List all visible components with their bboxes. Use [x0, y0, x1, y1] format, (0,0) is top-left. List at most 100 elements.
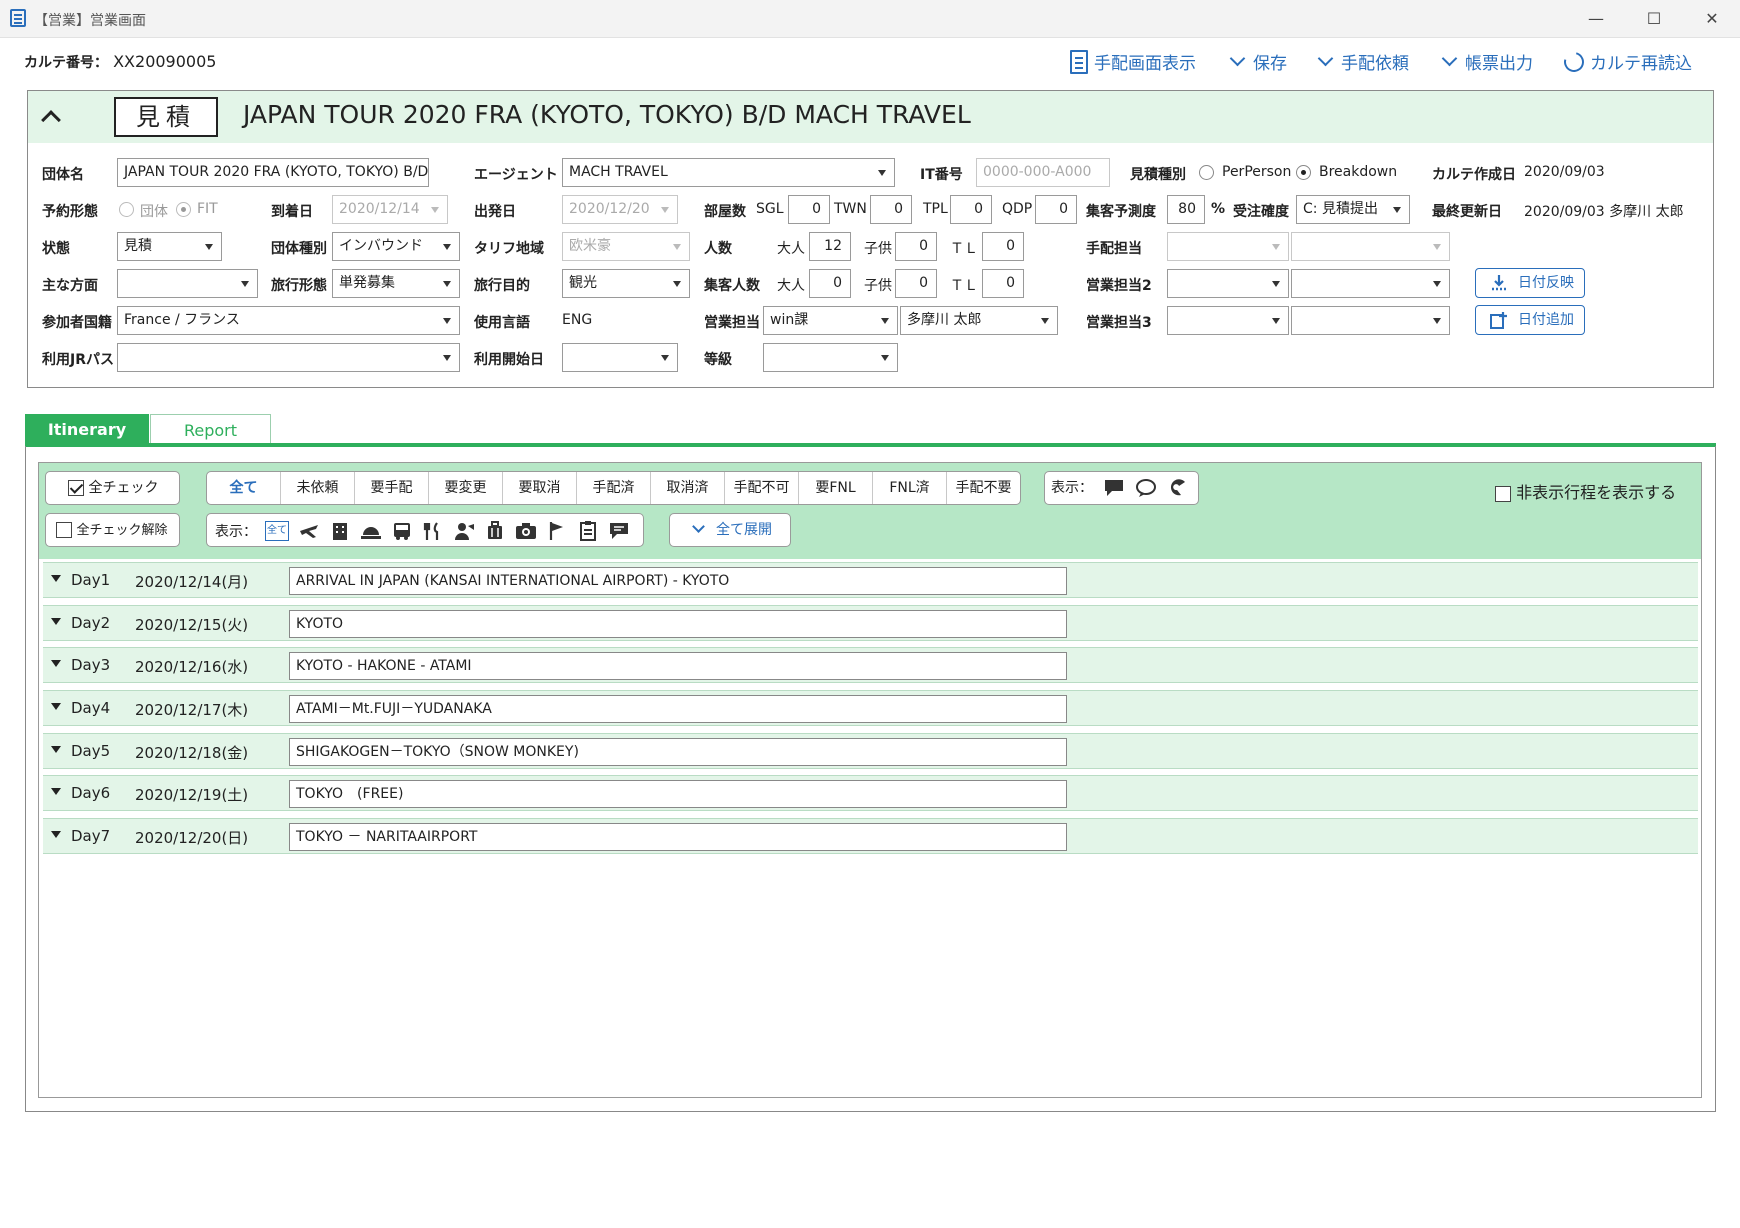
sales3-person-select[interactable]: [1291, 306, 1450, 335]
document-icon[interactable]: [577, 521, 599, 541]
filter-not-needed[interactable]: 手配不要: [946, 472, 1020, 504]
arrange-request-button[interactable]: 手配依頼: [1317, 49, 1409, 74]
close-button[interactable]: ✕: [1690, 4, 1734, 34]
forecast-field[interactable]: 80: [1167, 195, 1205, 224]
filter-need-change[interactable]: 要変更: [428, 472, 502, 504]
qdp-field[interactable]: 0: [1035, 195, 1077, 224]
arrange-view-button[interactable]: 手配画面表示: [1070, 49, 1196, 74]
estimate-perperson-radio[interactable]: [1199, 165, 1214, 180]
booking-fit-radio[interactable]: [176, 202, 191, 217]
expand-arrow-icon[interactable]: [51, 575, 61, 582]
gather-adult-field[interactable]: 0: [809, 269, 851, 298]
filter-unavailable[interactable]: 手配不可: [724, 472, 798, 504]
itinerary-day-row[interactable]: Day6 2020/12/19(土) TOKYO (FREE): [43, 775, 1698, 811]
direction-select[interactable]: [117, 269, 258, 298]
itinerary-day-row[interactable]: Day2 2020/12/15(火) KYOTO: [43, 605, 1698, 641]
meal-dome-icon[interactable]: [360, 521, 382, 541]
expand-arrow-icon[interactable]: [51, 746, 61, 753]
sgl-field[interactable]: 0: [788, 195, 830, 224]
reload-button[interactable]: カルテ再読込: [1560, 47, 1692, 76]
expand-arrow-icon[interactable]: [51, 660, 61, 667]
departure-date-field[interactable]: 2020/12/20: [562, 195, 678, 224]
booking-group-radio[interactable]: [119, 202, 134, 217]
chat-icon[interactable]: [608, 521, 630, 541]
twn-field[interactable]: 0: [870, 195, 912, 224]
day-title-field[interactable]: TOKYO － NARITAAIRPORT: [289, 823, 1067, 851]
agent-select[interactable]: MACH TRAVEL: [562, 158, 895, 187]
save-button[interactable]: 保存: [1229, 49, 1287, 74]
date-add-button[interactable]: 日付追加: [1475, 305, 1585, 335]
nationality-select[interactable]: France / フランス: [117, 306, 460, 335]
day-title-field[interactable]: ATAMI－Mt.FUJI－YUDANAKA: [289, 695, 1067, 723]
hotel-icon[interactable]: [329, 521, 351, 541]
tl-field[interactable]: 0: [982, 232, 1024, 261]
arrange-staff-section-select[interactable]: [1167, 232, 1289, 261]
tariff-select[interactable]: 欧米豪: [562, 232, 690, 261]
group-name-field[interactable]: JAPAN TOUR 2020 FRA (KYOTO, TOKYO) B/D: [117, 158, 429, 187]
collapse-chevron-up-icon[interactable]: [42, 107, 60, 125]
minimize-button[interactable]: —: [1574, 4, 1618, 34]
sales-person-select[interactable]: 多摩川 太郎: [900, 306, 1058, 335]
filter-unrequested[interactable]: 未依頼: [280, 472, 354, 504]
purpose-select[interactable]: 観光: [562, 269, 690, 298]
order-certainty-select[interactable]: C: 見積提出: [1296, 195, 1410, 224]
flag-icon[interactable]: [546, 521, 568, 541]
day-title-field[interactable]: KYOTO - HAKONE - ATAMI: [289, 652, 1067, 680]
tab-report[interactable]: Report: [150, 414, 271, 446]
chat-bubble-icon[interactable]: [1103, 478, 1125, 498]
gather-tl-field[interactable]: 0: [982, 269, 1024, 298]
sales3-section-select[interactable]: [1167, 306, 1289, 335]
reply-icon[interactable]: [1167, 478, 1189, 498]
sales2-section-select[interactable]: [1167, 269, 1289, 298]
jrpass-select[interactable]: [117, 343, 460, 372]
expand-all-button[interactable]: 全て展開: [669, 513, 791, 547]
check-all-button[interactable]: 全チェック: [45, 471, 180, 505]
itinerary-day-row[interactable]: Day3 2020/12/16(水) KYOTO - HAKONE - ATAM…: [43, 647, 1698, 683]
it-number-field[interactable]: 0000-000-A000: [976, 158, 1110, 187]
grade-select[interactable]: [763, 343, 898, 372]
state-select[interactable]: 見積: [117, 232, 222, 261]
sales2-person-select[interactable]: [1291, 269, 1450, 298]
uncheck-all-button[interactable]: 全チェック解除: [45, 513, 180, 547]
itinerary-day-row[interactable]: Day7 2020/12/20(日) TOKYO － NARITAAIRPORT: [43, 818, 1698, 854]
day-title-field[interactable]: SHIGAKOGEN－TOKYO（SNOW MONKEY): [289, 738, 1067, 766]
form-output-button[interactable]: 帳票出力: [1441, 49, 1533, 74]
restaurant-icon[interactable]: [422, 521, 444, 541]
tpl-field[interactable]: 0: [950, 195, 992, 224]
all-categories-icon[interactable]: 全て: [265, 521, 289, 541]
expand-arrow-icon[interactable]: [51, 831, 61, 838]
arrange-staff-person-select[interactable]: [1291, 232, 1450, 261]
travel-form-select[interactable]: 単発募集: [332, 269, 460, 298]
itinerary-day-row[interactable]: Day4 2020/12/17(木) ATAMI－Mt.FUJI－YUDANAK…: [43, 690, 1698, 726]
comment-icon[interactable]: [1135, 478, 1157, 498]
start-date-field[interactable]: [562, 343, 678, 372]
filter-fnl-done[interactable]: FNL済: [872, 472, 946, 504]
show-hidden-checkbox[interactable]: [1495, 485, 1511, 502]
itinerary-day-row[interactable]: Day5 2020/12/18(金) SHIGAKOGEN－TOKYO（SNOW…: [43, 733, 1698, 769]
maximize-button[interactable]: ☐: [1632, 4, 1676, 34]
day-title-field[interactable]: TOKYO (FREE): [289, 780, 1067, 808]
child-field[interactable]: 0: [895, 232, 937, 261]
date-reflect-button[interactable]: 日付反映: [1475, 268, 1585, 298]
bus-icon[interactable]: [391, 521, 413, 541]
gather-child-field[interactable]: 0: [895, 269, 937, 298]
filter-need-cancel[interactable]: 要取消: [502, 472, 576, 504]
filter-need-arrange[interactable]: 要手配: [354, 472, 428, 504]
sales-section-select[interactable]: win課: [763, 306, 898, 335]
filter-cancelled[interactable]: 取消済: [650, 472, 724, 504]
arrival-date-field[interactable]: 2020/12/14: [332, 195, 448, 224]
filter-need-fnl[interactable]: 要FNL: [798, 472, 872, 504]
tab-itinerary[interactable]: Itinerary: [25, 414, 149, 446]
camera-icon[interactable]: [515, 521, 537, 541]
day-title-field[interactable]: KYOTO: [289, 610, 1067, 638]
day-title-field[interactable]: ARRIVAL IN JAPAN (KANSAI INTERNATIONAL A…: [289, 567, 1067, 595]
show-hidden-toggle[interactable]: 非表示行程を表示する: [1495, 479, 1676, 503]
filter-arranged[interactable]: 手配済: [576, 472, 650, 504]
expand-arrow-icon[interactable]: [51, 703, 61, 710]
guide-icon[interactable]: [453, 521, 475, 541]
filter-all[interactable]: 全て: [207, 472, 280, 504]
expand-arrow-icon[interactable]: [51, 788, 61, 795]
plane-icon[interactable]: [298, 521, 320, 541]
group-kind-select[interactable]: インバウンド: [332, 232, 460, 261]
expand-arrow-icon[interactable]: [51, 618, 61, 625]
